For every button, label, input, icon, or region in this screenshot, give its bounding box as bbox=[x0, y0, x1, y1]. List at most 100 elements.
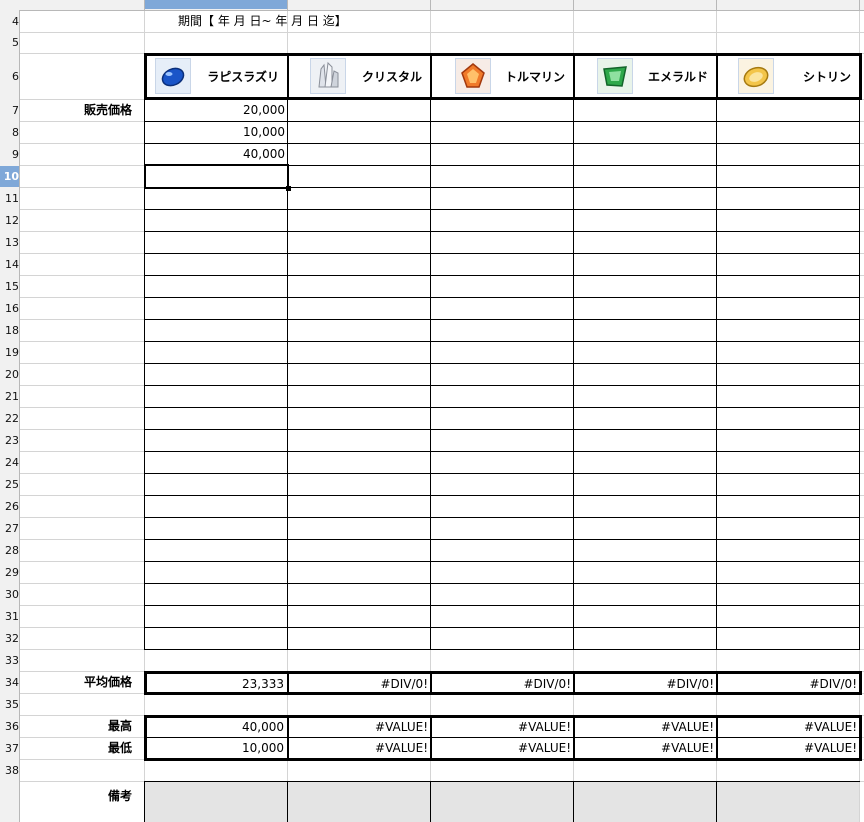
row-number[interactable]: 27 bbox=[0, 518, 19, 539]
row-number[interactable]: 35 bbox=[0, 694, 19, 715]
row-number[interactable]: 22 bbox=[0, 408, 19, 429]
row-number[interactable]: 6 bbox=[0, 54, 19, 99]
row-number[interactable]: 33 bbox=[0, 650, 19, 671]
cell-border bbox=[144, 231, 860, 232]
spreadsheet[interactable]: 4 5 6 7 8 9 10 11 12 13 14 15 16 18 19 2… bbox=[0, 0, 864, 822]
notes-cell[interactable] bbox=[574, 782, 716, 822]
column-separator[interactable] bbox=[716, 0, 717, 10]
highest-cell[interactable]: #VALUE! bbox=[576, 718, 715, 737]
row-number[interactable]: 32 bbox=[0, 628, 19, 649]
cell-border bbox=[430, 53, 432, 100]
price-cell[interactable]: 40,000 bbox=[145, 144, 287, 165]
active-cell-cursor[interactable] bbox=[144, 164, 291, 191]
row-number[interactable]: 7 bbox=[0, 100, 19, 121]
cell-border bbox=[573, 781, 574, 822]
column-separator[interactable] bbox=[144, 0, 145, 10]
row-number[interactable]: 24 bbox=[0, 452, 19, 473]
cell-border bbox=[144, 385, 860, 386]
lowest-cell[interactable]: #VALUE! bbox=[576, 739, 715, 758]
crystal-icon bbox=[310, 58, 346, 94]
sales-price-label: 販売価格 bbox=[83, 103, 132, 117]
row-number[interactable]: 38 bbox=[0, 760, 19, 781]
column-separator[interactable] bbox=[859, 0, 860, 10]
highest-cell[interactable]: #VALUE! bbox=[433, 718, 572, 737]
column-separator[interactable] bbox=[287, 0, 288, 10]
row-number-selected[interactable]: 10 bbox=[0, 166, 19, 187]
notes-label: 備考 bbox=[107, 789, 132, 803]
highest-cell[interactable]: #VALUE! bbox=[719, 718, 858, 737]
row-number[interactable]: 16 bbox=[0, 298, 19, 319]
cell-border bbox=[144, 517, 860, 518]
column-separator[interactable] bbox=[573, 0, 574, 10]
row-number[interactable]: 31 bbox=[0, 606, 19, 627]
highest-cell[interactable]: #VALUE! bbox=[290, 718, 429, 737]
cell-border bbox=[430, 99, 431, 650]
row-number[interactable]: 14 bbox=[0, 254, 19, 275]
fill-handle[interactable] bbox=[286, 186, 291, 191]
notes-cell[interactable] bbox=[288, 782, 430, 822]
row-number[interactable]: 29 bbox=[0, 562, 19, 583]
cell-border bbox=[573, 53, 575, 100]
cell-border bbox=[573, 671, 575, 695]
lowest-cell[interactable]: 10,000 bbox=[147, 739, 286, 758]
period-label: 期間【 年 月 日~ 年 月 日 迄】 bbox=[178, 14, 347, 28]
cell-border bbox=[144, 561, 860, 562]
row-number[interactable]: 30 bbox=[0, 584, 19, 605]
gridline bbox=[0, 53, 864, 54]
row-number[interactable]: 8 bbox=[0, 122, 19, 143]
cell-border bbox=[859, 99, 860, 650]
cell-border bbox=[716, 715, 718, 761]
price-cell[interactable]: 10,000 bbox=[145, 122, 287, 143]
cell-border bbox=[430, 715, 432, 761]
lowest-cell[interactable]: #VALUE! bbox=[719, 739, 858, 758]
row-number[interactable]: 12 bbox=[0, 210, 19, 231]
notes-cell[interactable] bbox=[717, 782, 859, 822]
row-number[interactable]: 19 bbox=[0, 342, 19, 363]
column-separator[interactable] bbox=[430, 0, 431, 10]
cell-border bbox=[287, 781, 288, 822]
cell-border bbox=[430, 671, 432, 695]
row-number[interactable]: 34 bbox=[0, 672, 19, 693]
price-cell[interactable]: 20,000 bbox=[145, 100, 287, 121]
average-cell[interactable]: 23,333 bbox=[147, 674, 286, 694]
notes-cell[interactable] bbox=[431, 782, 573, 822]
gem-name-citrine: シトリン bbox=[802, 70, 851, 84]
row-number[interactable]: 13 bbox=[0, 232, 19, 253]
column-header-b-selected[interactable] bbox=[145, 0, 288, 9]
row-number[interactable]: 11 bbox=[0, 188, 19, 209]
lowest-cell[interactable]: #VALUE! bbox=[433, 739, 572, 758]
cell-border bbox=[144, 407, 860, 408]
gem-name-tourmaline: トルマリン bbox=[504, 70, 565, 84]
row-number[interactable]: 18 bbox=[0, 320, 19, 341]
highest-label: 最高 bbox=[107, 719, 132, 733]
lowest-label: 最低 bbox=[107, 741, 132, 755]
cell-border bbox=[144, 649, 860, 650]
row-number[interactable]: 15 bbox=[0, 276, 19, 297]
row-number[interactable]: 25 bbox=[0, 474, 19, 495]
average-cell[interactable]: #DIV/0! bbox=[576, 674, 715, 694]
row-number[interactable]: 23 bbox=[0, 430, 19, 451]
row-number[interactable]: 21 bbox=[0, 386, 19, 407]
row-number[interactable]: 20 bbox=[0, 364, 19, 385]
cell-border bbox=[144, 605, 860, 606]
row-number[interactable]: 28 bbox=[0, 540, 19, 561]
row-number[interactable]: 9 bbox=[0, 144, 19, 165]
average-cell[interactable]: #DIV/0! bbox=[719, 674, 858, 694]
average-cell[interactable]: #DIV/0! bbox=[433, 674, 572, 694]
lowest-cell[interactable]: #VALUE! bbox=[290, 739, 429, 758]
cell-border bbox=[144, 737, 862, 738]
cell-border bbox=[716, 671, 718, 695]
row-number[interactable]: 5 bbox=[0, 33, 19, 53]
cell-border bbox=[716, 781, 717, 822]
notes-cell[interactable] bbox=[145, 782, 287, 822]
highest-cell[interactable]: 40,000 bbox=[147, 718, 286, 737]
row-number[interactable]: 37 bbox=[0, 738, 19, 759]
cell-border bbox=[144, 627, 860, 628]
row-number[interactable]: 4 bbox=[0, 11, 19, 32]
average-cell[interactable]: #DIV/0! bbox=[290, 674, 429, 694]
cell-border bbox=[144, 781, 145, 822]
row-number[interactable]: 36 bbox=[0, 716, 19, 737]
cell-border bbox=[144, 275, 860, 276]
row-number[interactable]: 26 bbox=[0, 496, 19, 517]
average-price-label: 平均価格 bbox=[83, 675, 132, 689]
